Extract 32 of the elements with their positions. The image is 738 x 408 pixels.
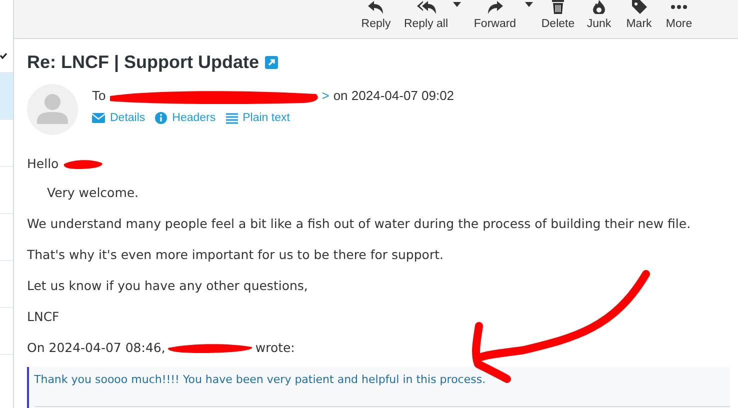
toolbar-button[interactable]: Forward — [465, 0, 525, 30]
body-paragraph: We understand many people feel a bit like a fish out of water during the process of building their new file. — [27, 214, 692, 232]
body-paragraph: Very welcome. — [46, 184, 140, 202]
dropdown-caret-icon[interactable] — [453, 2, 461, 7]
body-paragraph: That's why it's even more important for us to be there for support. — [27, 246, 444, 264]
toolbar-button[interactable]: Mark — [619, 0, 659, 30]
dropdown-caret-icon[interactable] — [525, 2, 533, 7]
envelope-icon — [92, 113, 105, 124]
toolbar-button[interactable]: Reply all — [399, 0, 453, 30]
body-paragraph: Let us know if you have any other questions, — [27, 276, 309, 294]
quote-attribution: wrote: — [255, 338, 295, 356]
body-paragraph: LNCF — [27, 308, 60, 326]
reply-all-icon — [416, 0, 436, 14]
more-icon — [671, 5, 687, 9]
reply-icon — [366, 0, 386, 14]
quote-attribution: On 2024-04-07 08:46, — [27, 338, 166, 356]
quoted-text: Thank you soooo much!!!! You have been very patient and helpful in this process. — [34, 372, 487, 388]
info-icon — [155, 112, 168, 124]
avatar-icon — [27, 84, 78, 134]
open-in-new-window-icon[interactable] — [265, 56, 278, 68]
check-icon[interactable] — [0, 53, 7, 59]
email-subject: Re: LNCF | Support Update — [27, 50, 260, 74]
lines-icon — [226, 112, 238, 124]
to-label: To — [92, 86, 106, 105]
toolbar-button[interactable]: More — [659, 0, 699, 30]
message-list-row[interactable] — [0, 73, 13, 120]
sent-date: on 2024-04-07 09:02 — [333, 86, 454, 105]
toolbar-button[interactable]: Delete — [537, 0, 579, 30]
greeting-text: Hello — [27, 154, 59, 172]
forward-icon — [485, 0, 505, 14]
toolbar-button[interactable]: Reply — [353, 0, 399, 30]
toolbar-button[interactable]: Junk — [579, 0, 619, 30]
